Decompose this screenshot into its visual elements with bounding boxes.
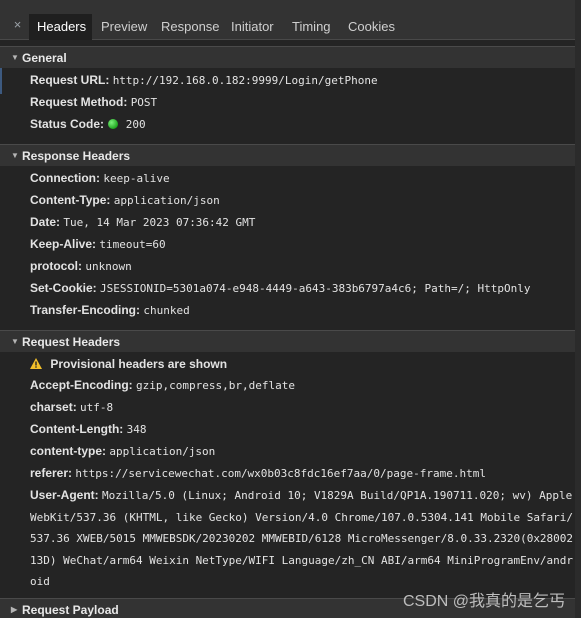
close-icon[interactable]: × (11, 18, 24, 31)
header-value: JSESSIONID=5301a074-e948-4449-a643-383b6… (100, 282, 531, 295)
header-value: keep-alive (103, 172, 170, 185)
header-value: POST (130, 96, 158, 109)
triangle-down-icon: ▼ (11, 337, 19, 346)
request-header-row: Accept-Encoding: gzip,compress,br,deflat… (30, 374, 575, 397)
general-request-method: Request Method: POST (30, 91, 575, 114)
response-header-row: Set-Cookie: JSESSIONID=5301a074-e948-444… (30, 277, 575, 300)
header-key: Accept-Encoding: (30, 378, 133, 392)
tab-response[interactable]: Response (153, 14, 228, 40)
tab-bar: × Headers Preview Response Initiator Tim… (0, 0, 575, 40)
header-value: https://servicewechat.com/wx0b03c8fdc16e… (75, 467, 486, 480)
response-header-row: Connection: keep-alive (30, 167, 575, 190)
header-key: referer: (30, 466, 73, 480)
general-request-url: Request URL: http://192.168.0.182:9999/L… (30, 69, 575, 92)
header-key: Transfer-Encoding: (30, 303, 141, 317)
tab-headers[interactable]: Headers (29, 14, 92, 40)
header-key: Date: (30, 215, 61, 229)
header-value: timeout=60 (99, 238, 166, 251)
header-value: 348 (126, 423, 147, 436)
tab-cookies[interactable]: Cookies (340, 14, 403, 40)
header-value: Tue, 14 Mar 2023 07:36:42 GMT (63, 216, 256, 229)
request-header-row: referer: https://servicewechat.com/wx0b0… (30, 462, 575, 485)
headers-content: ▼ General Request URL: http://192.168.0.… (0, 40, 575, 618)
general-status-code: Status Code: 200 (30, 113, 575, 136)
header-key: charset: (30, 400, 77, 414)
header-value: chunked (143, 304, 190, 317)
user-agent-line: WebKit/537.36 (KHTML, like Gecko) Versio… (30, 510, 574, 524)
response-header-row: Date: Tue, 14 Mar 2023 07:36:42 GMT (30, 211, 575, 234)
header-value: application/json (109, 445, 216, 458)
header-value: gzip,compress,br,deflate (136, 379, 295, 392)
tab-initiator[interactable]: Initiator (223, 14, 282, 40)
header-value: http://192.168.0.182:9999/Login/getPhone (112, 74, 378, 87)
header-key: Connection: (30, 171, 100, 185)
triangle-down-icon: ▼ (11, 53, 19, 62)
header-value: utf-8 (80, 401, 114, 414)
section-title: General (22, 51, 67, 65)
response-header-row: Content-Type: application/json (30, 189, 575, 212)
user-agent-line: User-Agent: Mozilla/5.0 (Linux; Android … (30, 485, 575, 507)
header-key: Content-Length: (30, 422, 124, 436)
response-header-row: Transfer-Encoding: chunked (30, 299, 575, 322)
header-key: Status Code: (30, 117, 105, 131)
header-value: Mozilla/5.0 (Linux; Android 10; V1829A B… (102, 489, 573, 502)
header-key: User-Agent: (30, 488, 99, 502)
status-ok-icon (108, 119, 119, 129)
section-title: Request Headers (22, 335, 121, 349)
provisional-headers-warning: Provisional headers are shown (30, 353, 575, 375)
triangle-down-icon: ▼ (11, 151, 19, 160)
response-header-row: Keep-Alive: timeout=60 (30, 233, 575, 256)
header-key: protocol: (30, 259, 82, 273)
section-request-headers-header[interactable]: ▼ Request Headers (0, 330, 575, 352)
header-key: Request URL: (30, 73, 110, 87)
header-key: Set-Cookie: (30, 281, 97, 295)
user-agent-line: 13D) WeChat/arm64 Weixin NetType/WIFI La… (30, 553, 574, 567)
tab-timing[interactable]: Timing (284, 14, 339, 40)
scrollbar[interactable] (575, 0, 581, 618)
section-general-header[interactable]: ▼ General (0, 46, 575, 68)
request-header-user-agent: User-Agent: Mozilla/5.0 (Linux; Android … (30, 485, 575, 593)
header-value: 200 (125, 118, 146, 131)
section-title: Request Payload (22, 603, 119, 617)
watermark: CSDN @我真的是乞丐 (402, 593, 565, 610)
triangle-right-icon: ▶ (11, 605, 18, 614)
request-header-row: content-type: application/json (30, 440, 575, 463)
header-key: content-type: (30, 444, 106, 458)
section-title: Response Headers (22, 149, 131, 163)
devtools-network-panel: × Headers Preview Response Initiator Tim… (0, 0, 581, 618)
header-value: application/json (113, 194, 220, 207)
header-key: Content-Type: (30, 193, 111, 207)
request-header-row: Content-Length: 348 (30, 418, 575, 441)
header-value: unknown (85, 260, 132, 273)
request-header-row: charset: utf-8 (30, 396, 575, 419)
section-response-headers-header[interactable]: ▼ Response Headers (0, 144, 575, 166)
response-header-row: protocol: unknown (30, 255, 575, 278)
header-key: Request Method: (30, 95, 128, 109)
user-agent-line: 537.36 XWEB/5015 MMWEBSDK/20230202 MMWEB… (30, 532, 574, 545)
tab-preview[interactable]: Preview (93, 14, 155, 40)
warning-text: Provisional headers are shown (50, 357, 228, 371)
header-key: Keep-Alive: (30, 237, 97, 251)
warning-icon (30, 358, 42, 369)
